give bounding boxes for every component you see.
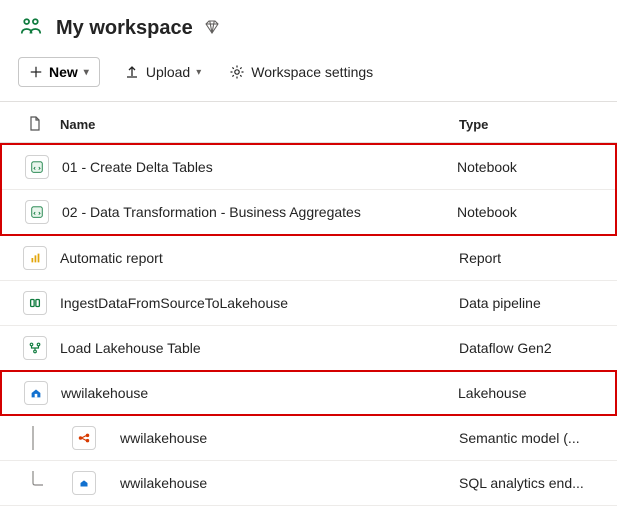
table-row[interactable]: 02 - Data Transformation - Business Aggr… (2, 190, 615, 234)
lakehouse-icon (24, 381, 48, 405)
workspace-header: My workspace (0, 0, 617, 53)
gear-icon (229, 64, 245, 80)
tree-connector-icon (18, 426, 52, 450)
report-icon (23, 246, 47, 270)
table-row[interactable]: Load Lakehouse Table Dataflow Gen2 (0, 326, 617, 371)
notebook-icon (25, 155, 49, 179)
upload-label: Upload (146, 64, 190, 80)
item-type: Lakehouse (458, 385, 598, 401)
item-name: wwilakehouse (100, 430, 459, 446)
page-title: My workspace (56, 17, 193, 40)
table-row-child[interactable]: wwilakehouse Semantic model (... (0, 416, 617, 461)
table-row[interactable]: IngestDataFromSourceToLakehouse Data pip… (0, 281, 617, 326)
item-type: Semantic model (... (459, 430, 599, 446)
table-header: Name Type (0, 102, 617, 143)
new-button-label: New (49, 64, 78, 80)
item-name: wwilakehouse (100, 475, 459, 491)
item-name: 02 - Data Transformation - Business Aggr… (54, 204, 457, 220)
item-type: SQL analytics end... (459, 475, 599, 491)
workspace-settings-label: Workspace settings (251, 64, 373, 80)
item-name: IngestDataFromSourceToLakehouse (52, 295, 459, 311)
item-type: Data pipeline (459, 295, 599, 311)
item-name: Automatic report (52, 250, 459, 266)
upload-icon (124, 64, 140, 80)
chevron-down-icon: ▾ (84, 67, 89, 78)
item-type: Notebook (457, 159, 597, 175)
toolbar: New ▾ Upload ▾ Workspace settings (0, 53, 617, 101)
pipeline-icon (23, 291, 47, 315)
item-name: Load Lakehouse Table (52, 340, 459, 356)
workspace-icon (18, 14, 44, 43)
plus-icon (29, 65, 43, 79)
table-row-child[interactable]: wwilakehouse SQL analytics end... (0, 461, 617, 506)
table-row[interactable]: wwilakehouse Lakehouse (0, 370, 617, 416)
column-header-type[interactable]: Type (459, 117, 599, 132)
document-icon (18, 116, 52, 132)
item-type: Dataflow Gen2 (459, 340, 599, 356)
diamond-icon (203, 18, 221, 39)
chevron-down-icon: ▾ (196, 67, 201, 78)
upload-button[interactable]: Upload ▾ (120, 58, 205, 86)
new-button[interactable]: New ▾ (18, 57, 100, 87)
sql-endpoint-icon (72, 471, 96, 495)
table-row[interactable]: 01 - Create Delta Tables Notebook (2, 145, 615, 190)
dataflow-icon (23, 336, 47, 360)
item-name: 01 - Create Delta Tables (54, 159, 457, 175)
notebook-icon (25, 200, 49, 224)
item-type: Notebook (457, 204, 597, 220)
highlight-box-notebooks: 01 - Create Delta Tables Notebook 02 - D… (0, 143, 617, 236)
item-type: Report (459, 250, 599, 266)
table-row[interactable]: Automatic report Report (0, 236, 617, 281)
tree-connector-icon (18, 471, 52, 495)
workspace-settings-button[interactable]: Workspace settings (225, 58, 377, 86)
item-name: wwilakehouse (53, 385, 458, 401)
column-header-name[interactable]: Name (52, 117, 459, 132)
semantic-model-icon (72, 426, 96, 450)
